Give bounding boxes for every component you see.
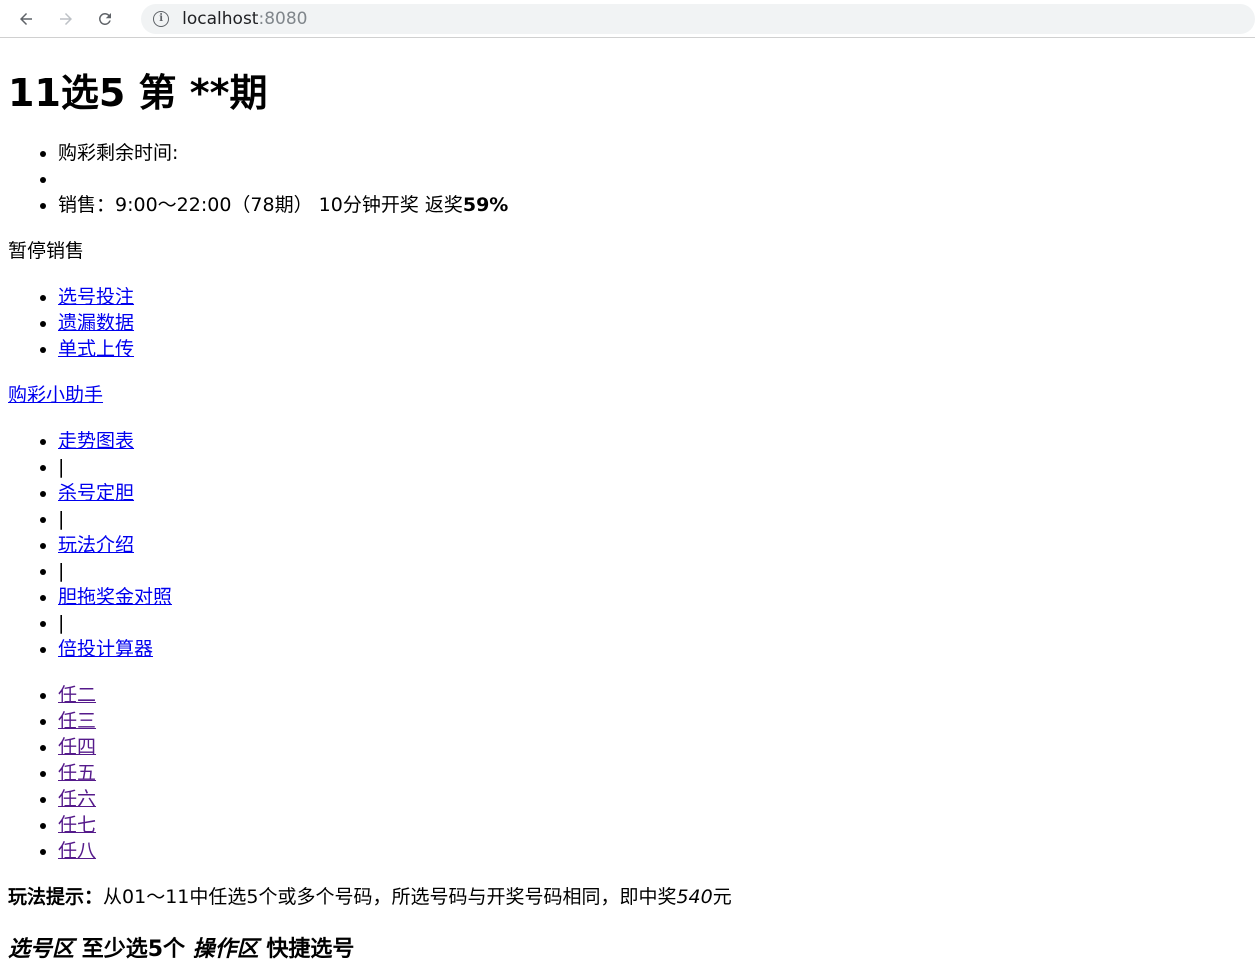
play-type-any6[interactable]: 任六 <box>58 788 96 810</box>
tab-missing-data[interactable]: 遗漏数据 <box>58 312 134 334</box>
prize-table-link[interactable]: 胆拖奖金对照 <box>58 586 172 608</box>
tab-item: 单式上传 <box>58 336 1247 362</box>
title-prefix: 11选5 第 <box>8 71 177 115</box>
play-type-any5[interactable]: 任五 <box>58 762 96 784</box>
play-type-any4[interactable]: 任四 <box>58 736 96 758</box>
section-heading: 选号区 至少选5个 操作区 快捷选号 <box>8 936 1247 964</box>
tab-single-upload[interactable]: 单式上传 <box>58 338 134 360</box>
kill-number-link[interactable]: 杀号定胆 <box>58 482 134 504</box>
issue-number: ** <box>189 71 230 115</box>
prize-amount: 540 <box>676 886 713 908</box>
sales-info-text: 销售：9:00～22:00（78期） 10分钟开奖 返奖 <box>58 194 463 216</box>
forward-arrow-icon[interactable] <box>52 5 80 33</box>
play-type-any2[interactable]: 任二 <box>58 684 96 706</box>
tool-item: 走势图表 <box>58 428 1247 454</box>
sales-status: 暂停销售 <box>8 240 85 262</box>
tool-separator: | <box>58 454 1247 480</box>
title-suffix: 期 <box>229 71 268 115</box>
play-type-item: 任三 <box>58 708 1247 734</box>
url-host: localhost <box>182 8 259 29</box>
trend-chart-link[interactable]: 走势图表 <box>58 430 134 452</box>
info-icon[interactable]: i <box>153 10 170 27</box>
page-title: 11选5 第 **期 <box>8 70 1247 116</box>
tools-list: 走势图表 | 杀号定胆 | 玩法介绍 | 胆拖奖金对照 | 倍投计算器 <box>8 428 1247 662</box>
play-type-item: 任四 <box>58 734 1247 760</box>
rules-intro-link[interactable]: 玩法介绍 <box>58 534 134 556</box>
reload-icon[interactable] <box>91 5 119 33</box>
return-rate: 59% <box>462 194 509 216</box>
tool-item: 胆拖奖金对照 <box>58 584 1247 610</box>
play-type-any7[interactable]: 任七 <box>58 814 96 836</box>
helper-link[interactable]: 购彩小助手 <box>8 384 103 406</box>
tool-item: 倍投计算器 <box>58 636 1247 662</box>
multiplier-calculator-link[interactable]: 倍投计算器 <box>58 638 153 660</box>
play-type-any3[interactable]: 任三 <box>58 710 96 732</box>
back-arrow-icon[interactable] <box>12 5 40 33</box>
quick-pick-label: 快捷选号 <box>266 937 355 962</box>
tab-item: 选号投注 <box>58 284 1247 310</box>
op-zone-label: 操作区 <box>192 937 259 962</box>
play-type-item: 任二 <box>58 682 1247 708</box>
time-remaining-item: 购彩剩余时间: <box>58 140 1247 166</box>
play-type-item: 任八 <box>58 838 1247 864</box>
page-content: 11选5 第 **期 购彩剩余时间: 销售：9:00～22:00（78期） 10… <box>0 70 1255 964</box>
tool-separator: | <box>58 506 1247 532</box>
url-port: :8080 <box>258 8 308 29</box>
play-hint: 玩法提示：从01～11中任选5个或多个号码，所选号码与开奖号码相同，即中奖540… <box>8 884 1247 910</box>
play-hint-label: 玩法提示： <box>8 886 104 908</box>
min-pick-label: 至少选5个 <box>81 937 185 962</box>
info-list: 购彩剩余时间: 销售：9:00～22:00（78期） 10分钟开奖 返奖59% <box>8 140 1247 218</box>
tab-item: 遗漏数据 <box>58 310 1247 336</box>
time-remaining-label: 购彩剩余时间: <box>58 142 179 164</box>
play-type-item: 任五 <box>58 760 1247 786</box>
tool-item: 杀号定胆 <box>58 480 1247 506</box>
play-type-list: 任二 任三 任四 任五 任六 任七 任八 <box>8 682 1247 864</box>
tab-pick-bet[interactable]: 选号投注 <box>58 286 134 308</box>
tool-separator: | <box>58 610 1247 636</box>
sales-info-item: 销售：9:00～22:00（78期） 10分钟开奖 返奖59% <box>58 192 1247 218</box>
play-type-item: 任七 <box>58 812 1247 838</box>
helper-paragraph: 购彩小助手 <box>8 382 1247 408</box>
prize-unit: 元 <box>712 886 732 908</box>
tool-separator: | <box>58 558 1247 584</box>
play-type-item: 任六 <box>58 786 1247 812</box>
address-bar[interactable]: i localhost:8080 <box>141 3 1255 34</box>
empty-item <box>58 166 1247 192</box>
browser-toolbar: i localhost:8080 <box>0 0 1255 38</box>
main-tabs: 选号投注 遗漏数据 单式上传 <box>8 284 1247 362</box>
play-hint-text: 从01～11中任选5个或多个号码，所选号码与开奖号码相同，即中奖 <box>103 886 677 908</box>
pick-zone-label: 选号区 <box>8 937 75 962</box>
tool-item: 玩法介绍 <box>58 532 1247 558</box>
play-type-any8[interactable]: 任八 <box>58 840 96 862</box>
